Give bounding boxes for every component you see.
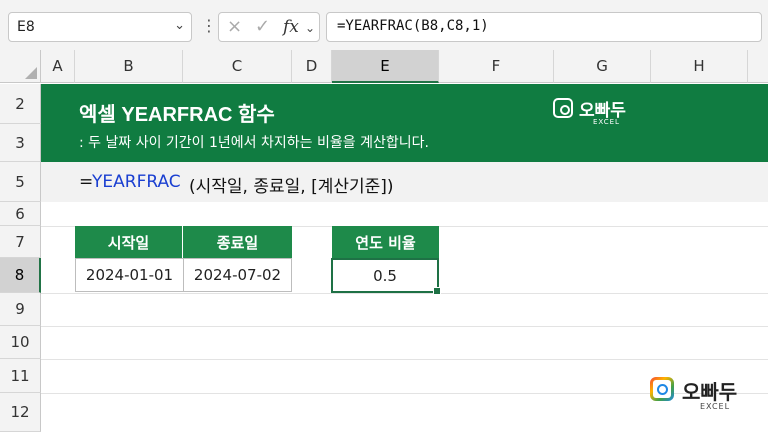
formula-buttons: × ✓ fx ⌄ xyxy=(218,12,320,42)
result-value: 0.5 xyxy=(373,266,397,285)
row-header-7[interactable]: 7 xyxy=(0,226,41,258)
fill-handle[interactable] xyxy=(433,287,441,295)
banner-title: 엑셀 YEARFRAC 함수 xyxy=(79,104,275,126)
formula-bar: E8 ⌄ ⋮ × ✓ fx ⌄ =YEARFRAC(B8,C8,1) xyxy=(0,0,768,51)
row-header-8[interactable]: 8 xyxy=(0,258,41,293)
formula-text: =YEARFRAC(B8,C8,1) xyxy=(337,18,489,34)
title-banner: 엑셀 YEARFRAC 함수 : 두 날짜 사이 기간이 1년에서 차지하는 비… xyxy=(41,84,768,162)
row-header-2[interactable]: 2 xyxy=(0,84,41,124)
grid-line xyxy=(41,326,768,327)
chevron-down-icon[interactable]: ⌄ xyxy=(174,18,185,33)
column-header-h[interactable]: H xyxy=(651,50,748,83)
row-header-10[interactable]: 10 xyxy=(0,326,41,359)
row-header-11[interactable]: 11 xyxy=(0,359,41,393)
column-header-f[interactable]: F xyxy=(439,50,554,83)
insert-function-icon[interactable]: fx xyxy=(283,17,299,37)
column-header-d[interactable]: D xyxy=(292,50,332,83)
column-header-c[interactable]: C xyxy=(183,50,292,83)
chevron-down-icon[interactable]: ⌄ xyxy=(305,21,315,35)
watermark-icon xyxy=(650,377,674,401)
watermark-name: 오빠두 xyxy=(682,380,738,404)
header-year-fraction[interactable]: 연도 비율 xyxy=(332,226,439,258)
column-header-e[interactable]: E xyxy=(332,50,439,83)
syntax-arguments: (시작일, 종료일, [계산기준]) xyxy=(189,177,394,197)
grid-line xyxy=(41,293,768,294)
grid-line xyxy=(41,359,768,360)
cell-start-date[interactable]: 2024-01-01 xyxy=(75,258,184,292)
column-header-b[interactable]: B xyxy=(75,50,183,83)
cell-end-date[interactable]: 2024-07-02 xyxy=(183,258,292,292)
header-start-date[interactable]: 시작일 xyxy=(75,226,183,258)
column-header-g[interactable]: G xyxy=(554,50,651,83)
logo-icon xyxy=(553,98,573,118)
column-header-i[interactable] xyxy=(748,50,768,83)
syntax-function-name: YEARFRAC xyxy=(92,172,181,192)
row-header-12[interactable]: 12 xyxy=(0,393,41,432)
watermark-subtext: EXCEL xyxy=(700,402,731,411)
row-header-5[interactable]: 5 xyxy=(0,162,41,202)
row-header-3[interactable]: 3 xyxy=(0,124,41,162)
more-options-icon[interactable]: ⋮ xyxy=(201,16,217,35)
enter-icon[interactable]: ✓ xyxy=(255,16,270,37)
row-header-6[interactable]: 6 xyxy=(0,202,41,226)
row-header-9[interactable]: 9 xyxy=(0,293,41,326)
watermark-logo: 오빠두 EXCEL xyxy=(650,374,760,414)
select-all-corner[interactable] xyxy=(0,50,41,83)
name-box[interactable]: E8 ⌄ xyxy=(8,12,192,42)
syntax-row: = YEARFRAC (시작일, 종료일, [계산기준]) xyxy=(41,162,768,202)
formula-input[interactable]: =YEARFRAC(B8,C8,1) xyxy=(326,12,762,42)
brand-logo: 오빠두 EXCEL xyxy=(553,96,633,130)
column-header-a[interactable]: A xyxy=(41,50,75,83)
logo-subtext: EXCEL xyxy=(593,118,620,126)
banner-subtitle: : 두 날짜 사이 기간이 1년에서 차지하는 비율을 계산합니다. xyxy=(79,135,429,151)
cancel-icon[interactable]: × xyxy=(227,16,242,37)
cell-year-fraction-selected[interactable]: 0.5 xyxy=(331,258,441,295)
name-box-value: E8 xyxy=(17,19,35,35)
header-end-date[interactable]: 종료일 xyxy=(183,226,292,258)
